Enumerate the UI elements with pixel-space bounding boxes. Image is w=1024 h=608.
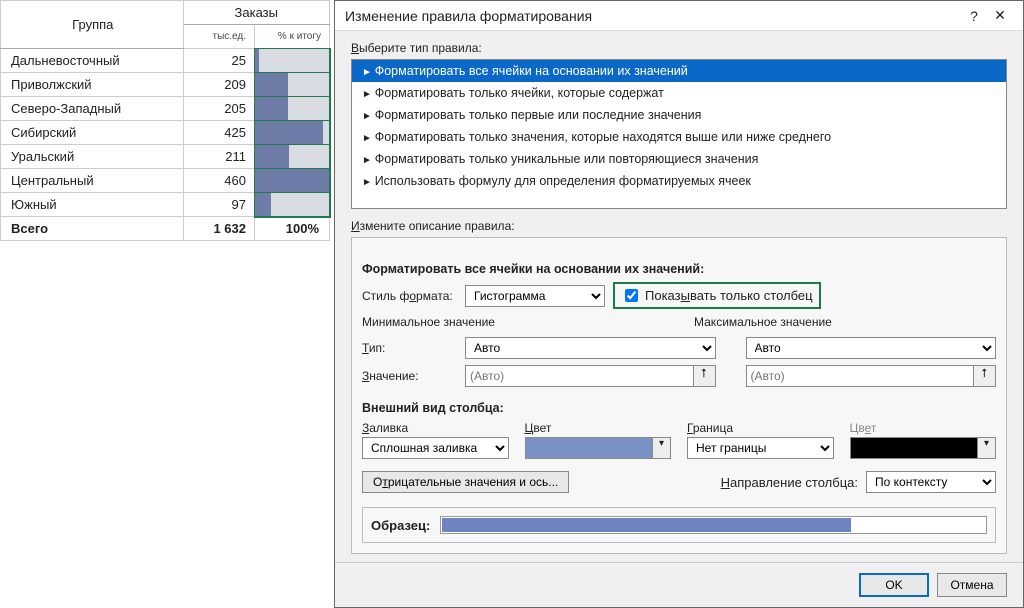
bar-direction-select[interactable]: По контексту: [866, 471, 996, 493]
total-value: 1 632: [183, 217, 254, 241]
fill-select[interactable]: Сплошная заливка: [362, 437, 509, 459]
section-format-all: Форматировать все ячейки на основании их…: [362, 262, 996, 276]
row-value: 211: [183, 145, 254, 169]
row-label: Южный: [1, 193, 184, 217]
databar-cell[interactable]: [255, 145, 330, 169]
col-header-group: Группа: [1, 1, 184, 49]
table-row: Северо-Западный205: [1, 97, 330, 121]
databar-cell[interactable]: [255, 193, 330, 217]
databar-cell[interactable]: [255, 97, 330, 121]
row-label: Уральский: [1, 145, 184, 169]
table-row: Приволжский209: [1, 73, 330, 97]
subheader-pct: % к итогу: [255, 25, 330, 49]
bar-direction-label: Направление столбца:: [721, 475, 858, 490]
edit-rule-dialog: Изменение правила форматирования ? ✕ Выб…: [334, 0, 1024, 608]
col-header-orders: Заказы: [183, 1, 329, 25]
show-bar-only-checkbox[interactable]: Показывать только столбец: [613, 282, 821, 309]
total-pct: 100%: [255, 217, 330, 241]
show-bar-only-input[interactable]: [625, 289, 638, 302]
bar-appearance-label: Внешний вид столбца:: [362, 401, 996, 415]
row-value: 97: [183, 193, 254, 217]
close-button[interactable]: ✕: [987, 7, 1013, 24]
select-rule-type-label: Выберите тип правила:: [351, 41, 1007, 55]
help-button[interactable]: ?: [961, 8, 987, 24]
min-type-select[interactable]: Авто: [465, 337, 716, 359]
max-value-input[interactable]: [746, 365, 975, 387]
table-row: Центральный460: [1, 169, 330, 193]
negative-axis-button[interactable]: Отрицательные значения и ось...: [362, 471, 569, 493]
sample-label: Образец:: [371, 518, 430, 533]
databar-cell[interactable]: [255, 169, 330, 193]
databar-cell[interactable]: [255, 49, 330, 73]
subheader-units: тыс.ед.: [183, 25, 254, 49]
rule-type-item[interactable]: Форматировать только уникальные или повт…: [352, 148, 1006, 170]
min-value-label: Минимальное значение: [362, 315, 664, 329]
rule-type-item[interactable]: Форматировать только значения, которые н…: [352, 126, 1006, 148]
value-label: Значение:: [362, 369, 457, 383]
row-value: 425: [183, 121, 254, 145]
fill-color-picker[interactable]: ▾: [525, 437, 672, 459]
rule-type-item[interactable]: Форматировать только первые или последни…: [352, 104, 1006, 126]
format-style-label: Стиль формата:: [362, 289, 457, 303]
row-value: 25: [183, 49, 254, 73]
border-color-label: Цвет: [850, 421, 997, 435]
max-value-refedit[interactable]: ⭡: [974, 365, 996, 387]
border-label: Граница: [687, 421, 834, 435]
row-value: 205: [183, 97, 254, 121]
max-value-label: Максимальное значение: [694, 315, 996, 329]
row-label: Дальневосточный: [1, 49, 184, 73]
sample-bar: [440, 516, 987, 534]
row-label: Центральный: [1, 169, 184, 193]
row-label: Сибирский: [1, 121, 184, 145]
border-color-picker[interactable]: ▾: [850, 437, 997, 459]
rule-type-list[interactable]: Форматировать все ячейки на основании их…: [351, 59, 1007, 209]
dialog-title: Изменение правила форматирования: [345, 8, 592, 24]
table-row: Дальневосточный25: [1, 49, 330, 73]
row-value: 209: [183, 73, 254, 97]
cancel-button[interactable]: Отмена: [937, 573, 1007, 597]
databar-cell[interactable]: [255, 73, 330, 97]
type-label: Тип:: [362, 341, 457, 355]
row-label: Северо-Западный: [1, 97, 184, 121]
format-style-select[interactable]: Гистограмма: [465, 285, 605, 307]
databar-cell[interactable]: [255, 121, 330, 145]
row-value: 460: [183, 169, 254, 193]
table-row: Уральский211: [1, 145, 330, 169]
ok-button[interactable]: OK: [859, 573, 929, 597]
rule-type-item[interactable]: Использовать формулу для определения фор…: [352, 170, 1006, 192]
table-row: Южный97: [1, 193, 330, 217]
rule-type-item[interactable]: Форматировать только ячейки, которые сод…: [352, 82, 1006, 104]
max-type-select[interactable]: Авто: [746, 337, 997, 359]
pivot-table: Группа Заказы тыс.ед. % к итогу Дальнево…: [0, 0, 330, 608]
total-label: Всего: [1, 217, 184, 241]
rule-type-item[interactable]: Форматировать все ячейки на основании их…: [352, 60, 1006, 82]
edit-rule-desc-label: Измените описание правила:: [351, 219, 1007, 233]
fill-label: Заливка: [362, 421, 509, 435]
fill-color-label: Цвет: [525, 421, 672, 435]
table-row: Сибирский425: [1, 121, 330, 145]
border-select[interactable]: Нет границы: [687, 437, 834, 459]
min-value-input[interactable]: [465, 365, 694, 387]
row-label: Приволжский: [1, 73, 184, 97]
min-value-refedit[interactable]: ⭡: [694, 365, 716, 387]
